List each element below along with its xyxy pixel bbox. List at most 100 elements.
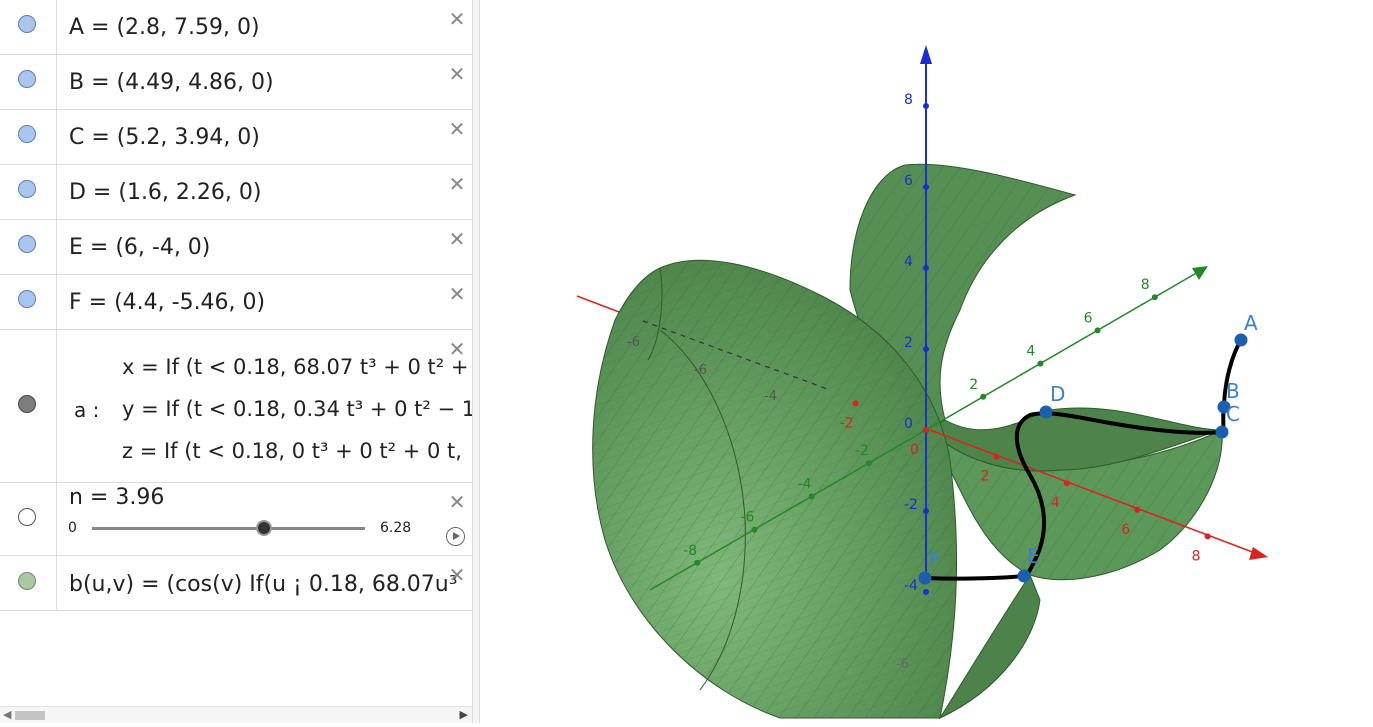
- point-c-definition[interactable]: C = (5.2, 3.94, 0): [69, 125, 260, 150]
- slider-track[interactable]: [92, 527, 365, 530]
- bottom-axis-label: -6: [896, 657, 909, 672]
- y-tick-mark: [1151, 294, 1158, 301]
- visibility-toggle-c[interactable]: [18, 125, 36, 143]
- x-tick-mark: [1063, 480, 1070, 487]
- y-tick-mark: [808, 493, 815, 500]
- close-icon[interactable]: ✕: [448, 174, 466, 194]
- slider-value-label[interactable]: n = 3.96: [69, 485, 164, 510]
- scroll-left-icon[interactable]: ◀: [3, 708, 11, 721]
- close-icon[interactable]: ✕: [448, 229, 466, 249]
- graphics-3d-view[interactable]: -6 -6 -4 -4 -2 0 2 4 6 8 -2 0 2 4 6 8 -8 -6 -4 -2 2 4 6 8 …: [480, 0, 1373, 723]
- close-icon[interactable]: ✕: [448, 119, 466, 139]
- y-tick-label: -2: [855, 443, 869, 459]
- point-a[interactable]: [1234, 333, 1248, 347]
- z-tick-label: -2: [904, 497, 918, 513]
- point-b-definition[interactable]: B = (4.49, 4.86, 0): [69, 70, 274, 95]
- z-tick-mark: [923, 184, 929, 190]
- z-tick-mark: [923, 103, 929, 109]
- point-c[interactable]: [1215, 425, 1229, 439]
- point-e-definition[interactable]: E = (6, -4, 0): [69, 235, 210, 260]
- y-tick-label: -4: [798, 476, 812, 492]
- point-e[interactable]: [1017, 569, 1031, 583]
- back-tick-6: -6: [627, 335, 640, 350]
- x-tick-mark: [1204, 533, 1211, 540]
- z-tick-label: -4: [904, 578, 918, 594]
- back-tick-4: -6: [694, 363, 707, 378]
- point-d[interactable]: [1039, 405, 1053, 419]
- close-icon[interactable]: ✕: [448, 492, 466, 512]
- x-tick-mark: [1134, 506, 1141, 513]
- algebra-row-point-b[interactable]: B = (4.49, 4.86, 0) ✕: [0, 55, 472, 110]
- z-tick-label: 4: [904, 254, 913, 270]
- x-axis-arrow: [1249, 547, 1268, 560]
- visibility-toggle-slider[interactable]: [18, 508, 36, 526]
- visibility-toggle-a[interactable]: [18, 15, 36, 33]
- scroll-right-icon[interactable]: ▶: [460, 708, 468, 721]
- point-f[interactable]: [918, 571, 932, 585]
- slider-max-label: 6.28: [380, 520, 412, 536]
- z-tick-mark: [923, 508, 929, 514]
- algebra-row-point-a[interactable]: A = (2.8, 7.59, 0) ✕: [0, 0, 472, 55]
- visibility-toggle-surface[interactable]: [18, 572, 36, 590]
- z-tick-label: 6: [904, 173, 913, 189]
- graphics-canvas[interactable]: -6 -6 -4 -4-202468 -202468 -8-6-4-22468 …: [480, 0, 1373, 723]
- algebra-row-point-d[interactable]: D = (1.6, 2.26, 0) ✕: [0, 165, 472, 220]
- visibility-toggle-e[interactable]: [18, 235, 36, 253]
- y-tick-label: -8: [683, 543, 697, 559]
- x-tick-label: 8: [1192, 548, 1201, 564]
- point-d-definition[interactable]: D = (1.6, 2.26, 0): [69, 180, 261, 205]
- close-icon[interactable]: ✕: [448, 9, 466, 29]
- visibility-toggle-b[interactable]: [18, 70, 36, 88]
- z-tick-mark: [923, 589, 929, 595]
- algebra-row-surface-b[interactable]: b(u,v) = (cos(v) If(u ¡ 0.18, 68.07u³ ✕: [0, 556, 472, 611]
- y-axis-arrow: [1192, 266, 1208, 280]
- x-tick-label: 6: [1121, 522, 1130, 538]
- y-tick-mark: [751, 526, 758, 533]
- y-tick-mark: [694, 559, 701, 566]
- y-tick-mark: [1094, 327, 1101, 334]
- scrollbar-thumb[interactable]: [15, 711, 45, 720]
- y-tick-mark: [865, 460, 872, 467]
- close-icon[interactable]: ✕: [448, 565, 466, 585]
- slider-knob[interactable]: [256, 520, 273, 536]
- surface-definition[interactable]: b(u,v) = (cos(v) If(u ¡ 0.18, 68.07u³: [69, 572, 458, 597]
- point-label-d: D: [1050, 382, 1065, 406]
- z-tick-mark: [923, 346, 929, 352]
- y-tick-label: -6: [740, 510, 754, 526]
- close-icon[interactable]: ✕: [448, 284, 466, 304]
- algebra-row-point-c[interactable]: C = (5.2, 3.94, 0) ✕: [0, 110, 472, 165]
- curve-y-component[interactable]: y = If (t < 0.18, 0.34 t³ + 0 t² − 1: [122, 397, 472, 421]
- point-a-definition[interactable]: A = (2.8, 7.59, 0): [69, 15, 260, 40]
- point-label-c: C: [1226, 402, 1240, 426]
- curve-x-component[interactable]: x = If (t < 0.18, 68.07 t³ + 0 t² +: [122, 355, 468, 379]
- point-label-f: F: [929, 547, 941, 571]
- algebra-row-slider-n[interactable]: n = 3.96 ✕ 0 6.28: [0, 483, 472, 556]
- algebra-row-curve-a[interactable]: ✕ a : x = If (t < 0.18, 68.07 t³ + 0 t² …: [0, 330, 472, 483]
- y-tick-label: 4: [1026, 344, 1035, 360]
- x-tick-label: 0: [910, 442, 919, 458]
- visibility-toggle-d[interactable]: [18, 180, 36, 198]
- visibility-toggle-f[interactable]: [18, 290, 36, 308]
- point-f-definition[interactable]: F = (4.4, -5.46, 0): [69, 290, 265, 315]
- visibility-toggle-curve[interactable]: [18, 395, 36, 413]
- play-button[interactable]: [446, 527, 465, 546]
- y-tick-mark: [1037, 360, 1044, 367]
- z-tick-mark: [923, 265, 929, 271]
- x-tick-label: -2: [840, 415, 854, 431]
- x-tick-mark: [923, 427, 929, 433]
- curve-z-component[interactable]: z = If (t < 0.18, 0 t³ + 0 t² + 0 t,: [122, 439, 462, 463]
- algebra-view: A = (2.8, 7.59, 0) ✕ B = (4.49, 4.86, 0)…: [0, 0, 472, 723]
- curve-name: a :: [74, 398, 100, 422]
- horizontal-scrollbar[interactable]: ◀ ▶: [0, 706, 472, 723]
- algebra-row-point-f[interactable]: F = (4.4, -5.46, 0) ✕: [0, 275, 472, 330]
- x-tick-label: 4: [1051, 495, 1060, 511]
- x-tick-label: 2: [980, 469, 989, 485]
- view-splitter[interactable]: [472, 0, 480, 723]
- point-label-b: B: [1226, 379, 1240, 403]
- point-label-e: E: [1027, 544, 1040, 568]
- y-tick-label: 6: [1084, 310, 1093, 326]
- z-tick-label: 2: [904, 335, 913, 351]
- x-tick-mark: [852, 400, 859, 407]
- algebra-row-point-e[interactable]: E = (6, -4, 0) ✕: [0, 220, 472, 275]
- close-icon[interactable]: ✕: [448, 64, 466, 84]
